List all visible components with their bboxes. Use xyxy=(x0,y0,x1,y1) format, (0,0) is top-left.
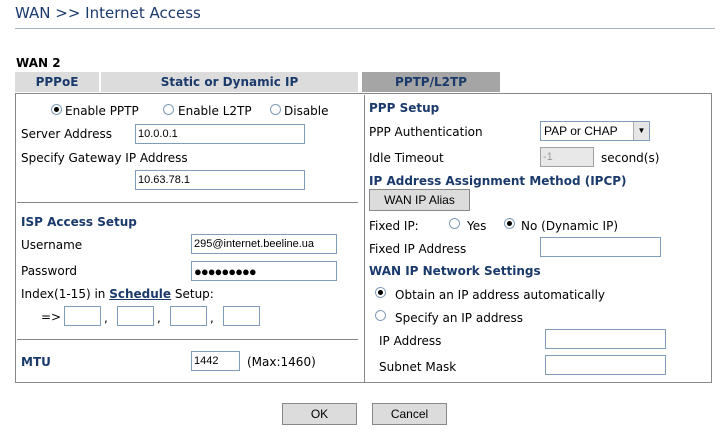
idle-timeout-field[interactable] xyxy=(540,147,594,167)
section-divider xyxy=(17,339,358,340)
username-field[interactable] xyxy=(191,234,337,254)
enable-l2tp-label: Enable L2TP xyxy=(178,104,252,118)
gateway-label: Specify Gateway IP Address xyxy=(21,151,188,165)
tab-static-dynamic-ip[interactable]: Static or Dynamic IP xyxy=(101,72,358,92)
index-suffix: Setup: xyxy=(174,287,214,301)
wan-ip-network-heading: WAN IP Network Settings xyxy=(369,264,541,278)
obtain-ip-auto-label: Obtain an IP address automatically xyxy=(395,288,606,302)
schedule-link[interactable]: Schedule xyxy=(109,287,171,301)
specify-ip-label: Specify an IP address xyxy=(395,311,523,325)
idle-timeout-label: Idle Timeout xyxy=(369,151,444,165)
ok-button[interactable]: OK xyxy=(282,403,357,425)
password-field[interactable] xyxy=(191,261,337,281)
schedule-index-2[interactable] xyxy=(117,306,154,326)
subnet-mask-label: Subnet Mask xyxy=(379,360,457,374)
title-divider xyxy=(15,28,715,29)
idle-timeout-unit: second(s) xyxy=(601,151,660,165)
disable-label: Disable xyxy=(284,104,329,118)
fixed-ip-yes-radio[interactable] xyxy=(449,218,460,229)
gateway-field[interactable] xyxy=(135,170,305,190)
ipcp-heading: IP Address Assignment Method (IPCP) xyxy=(369,174,627,188)
chevron-down-icon: ▼ xyxy=(633,122,649,140)
comma: , xyxy=(210,311,214,325)
isp-heading: ISP Access Setup xyxy=(21,215,137,229)
cancel-button[interactable]: Cancel xyxy=(372,403,447,425)
comma: , xyxy=(157,311,161,325)
comma: , xyxy=(104,311,108,325)
ip-address-field[interactable] xyxy=(545,329,666,349)
section-divider xyxy=(17,202,358,203)
mtu-max-hint: (Max:1460) xyxy=(247,355,316,369)
server-address-label: Server Address xyxy=(21,127,112,141)
subnet-mask-field[interactable] xyxy=(545,355,666,375)
schedule-index-label: Index(1-15) in Schedule Setup: xyxy=(21,287,214,301)
ppp-auth-select[interactable]: PAP or CHAP ▼ xyxy=(540,121,650,141)
index-prefix: Index(1-15) in xyxy=(21,287,106,301)
schedule-index-1[interactable] xyxy=(64,306,101,326)
fixed-ip-no-radio[interactable] xyxy=(504,218,515,229)
enable-pptp-label: Enable PPTP xyxy=(65,104,139,118)
fixed-ip-no-label: No (Dynamic IP) xyxy=(521,219,619,233)
specify-ip-radio[interactable] xyxy=(375,310,386,321)
fixed-ip-address-label: Fixed IP Address xyxy=(369,242,467,256)
fixed-ip-yes-label: Yes xyxy=(467,219,487,233)
enable-pptp-radio[interactable] xyxy=(51,104,62,115)
schedule-index-4[interactable] xyxy=(223,306,260,326)
page-title: WAN >> Internet Access xyxy=(15,4,201,22)
ip-address-label: IP Address xyxy=(379,334,442,348)
ppp-auth-value: PAP or CHAP xyxy=(544,124,618,138)
username-label: Username xyxy=(21,238,83,252)
ppp-setup-heading: PPP Setup xyxy=(369,101,440,115)
fixed-ip-address-field[interactable] xyxy=(540,237,661,257)
fixed-ip-label: Fixed IP: xyxy=(369,219,419,233)
server-address-field[interactable] xyxy=(135,124,305,144)
section-label: WAN 2 xyxy=(16,56,61,70)
disable-radio[interactable] xyxy=(270,104,281,115)
ppp-auth-label: PPP Authentication xyxy=(369,125,483,139)
password-label: Password xyxy=(21,264,78,278)
tab-pppoe[interactable]: PPPoE xyxy=(15,72,99,92)
enable-l2tp-radio[interactable] xyxy=(163,104,174,115)
column-divider xyxy=(364,95,365,382)
wan-ip-alias-button[interactable]: WAN IP Alias xyxy=(369,189,470,211)
obtain-ip-auto-radio[interactable] xyxy=(375,287,386,298)
mtu-label: MTU xyxy=(21,355,51,369)
tab-pptp-l2tp[interactable]: PPTP/L2TP xyxy=(362,72,500,92)
schedule-index-3[interactable] xyxy=(170,306,207,326)
schedule-arrow: => xyxy=(41,310,62,324)
mtu-field[interactable] xyxy=(191,351,240,371)
